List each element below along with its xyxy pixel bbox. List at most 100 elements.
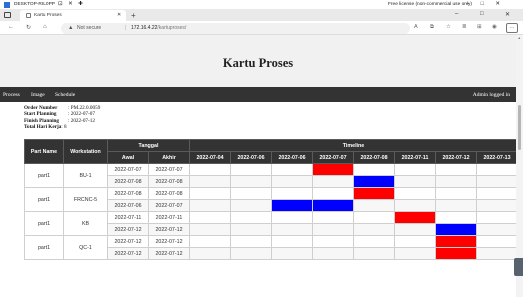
part-name-cell: part1 [24,187,64,212]
home-icon[interactable]: ⌂ [43,24,47,30]
close-tab-icon[interactable]: ✕ [117,13,121,18]
workstation-cell: FRCNC-5 [63,187,108,212]
timeline-cell [230,199,272,212]
header-date: 2022-07-11 [394,151,436,164]
tab-kartu-proses[interactable]: Kartu Proses ✕ [20,10,126,21]
new-tab-icon[interactable]: + [131,11,136,20]
timeline-cell [476,163,518,176]
header-date: 2022-07-06 [271,151,313,164]
nav-item-image[interactable]: Image [31,92,45,98]
more-menu-icon[interactable]: ··· [506,23,518,33]
timeline-cell [271,187,313,200]
remote-app-icon [4,1,10,8]
header-date: 2022-07-08 [353,151,395,164]
nav-item-process[interactable]: Process [3,92,20,98]
remote-host-name: DESKTOP-RIL0PP [14,1,55,7]
user-status[interactable]: Admin logged in [473,92,510,98]
scroll-up-icon[interactable]: ▲ [518,36,521,40]
remote-window-controls[interactable]: – □ ✕ [466,1,505,7]
table-row: part1 BU-1 2022-07-07 2022-07-07 [24,163,518,188]
timeline-cell [394,199,436,212]
timeline-cell [189,223,231,236]
timeline-bar-blue [312,199,354,212]
timeline-cell [271,175,313,188]
timeline-cell [189,163,231,176]
awal-cell: 2022-07-06 [107,199,149,212]
read-aloud-icon[interactable]: A [414,24,418,30]
workstation-cell: BU-1 [63,163,108,188]
navbar: Process Image Schedule Admin logged in [0,87,516,102]
profile-icon[interactable]: ◉ [492,24,497,30]
header-date: 2022-07-07 [312,151,354,164]
timeline-cell [476,187,518,200]
timeline-cell [312,247,354,260]
page: Kartu Proses Process Image Schedule Admi… [0,35,523,297]
timeline-cell [189,187,231,200]
favorites-bar-icon[interactable]: ≣ [462,24,467,30]
awal-cell: 2022-07-12 [107,247,149,260]
timeline-cell [476,235,518,248]
collections-icon[interactable]: ⊞ [477,24,482,30]
timeline-cell [435,211,477,224]
favorite-icon[interactable]: ☆ [446,24,451,30]
timeline-bar-red [353,187,395,200]
back-icon[interactable]: ← [8,24,14,30]
timeline-cell [435,187,477,200]
page-title: Kartu Proses [222,56,294,70]
part-name-cell: part1 [24,211,64,236]
timeline-cell [394,223,436,236]
timeline-cell [476,247,518,260]
timeline-cell [189,175,231,188]
timeline-cell [312,211,354,224]
maximize-icon[interactable]: □ [480,11,484,17]
akhir-cell: 2022-07-12 [148,223,190,236]
awal-cell: 2022-07-12 [107,235,149,248]
start-planning: : 2022-07-07 [68,111,95,118]
timeline-cell [435,175,477,188]
timeline-cell [435,163,477,176]
workstation-cell: KB [63,211,108,236]
timeline-cell [312,187,354,200]
timeline-cell [353,163,395,176]
akhir-cell: 2022-07-12 [148,247,190,260]
tab-actions-icon[interactable] [4,12,11,18]
timeline-cell [353,235,395,248]
timeline-cell [353,199,395,212]
timeline-cell [230,175,272,188]
timeline-cell [230,247,272,260]
awal-cell: 2022-07-12 [107,223,149,236]
close-window-icon[interactable]: ✕ [505,11,510,18]
akhir-cell: 2022-07-08 [148,175,190,188]
timeline-cell [476,211,518,224]
timeline-cell [394,235,436,248]
remote-titlebar: DESKTOP-RIL0PP ⊡ ✕ ✚ Free license (non-c… [0,0,523,9]
finish-planning: : 2022-07-12 [68,117,95,124]
scrollbar-thumb[interactable] [518,105,521,150]
warning-icon: ▲ [68,24,74,31]
timeline-cell [230,235,272,248]
header-date: 2022-07-06 [230,151,272,164]
timeline-cell [476,175,518,188]
minimize-icon[interactable]: – [455,11,458,17]
remote-controls[interactable]: ⊡ ✕ ✚ [58,1,85,7]
total-workdays-row: Total Hari Kerja: 8 [24,123,67,130]
header-date: 2022-07-12 [435,151,477,164]
part-name-cell: part1 [24,163,64,188]
refresh-icon[interactable]: ↻ [26,24,31,31]
timeline-bar-red [435,247,477,260]
header-tanggal: Tanggal [107,139,190,152]
tab-strip: Kartu Proses ✕ + – □ ✕ [0,9,523,21]
part-name-cell: part1 [24,235,64,260]
nav-item-schedule[interactable]: Schedule [55,92,75,98]
timeline-cell [394,187,436,200]
address-bar[interactable]: ▲ Not secure | 172.16.4.22/kartuproses/ [61,22,410,34]
extensions-icon[interactable]: ⧉ [430,24,434,31]
side-panel-tab[interactable] [514,258,523,276]
address-row: ← ↻ ⌂ ▲ Not secure | 172.16.4.22/kartupr… [0,21,523,35]
akhir-cell: 2022-07-11 [148,211,190,224]
header-part-name: Part Name [24,139,64,164]
timeline-bar-red [394,211,436,224]
timeline-cell [353,211,395,224]
awal-cell: 2022-07-11 [107,211,149,224]
timeline-cell [230,187,272,200]
